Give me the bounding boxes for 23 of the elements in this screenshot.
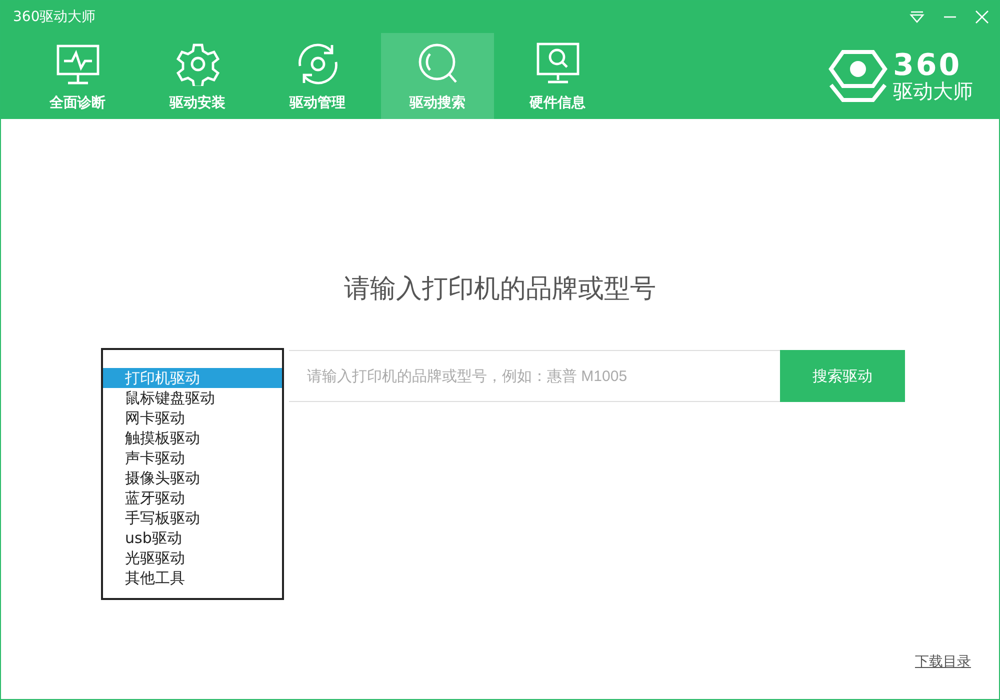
category-option[interactable]: usb驱动	[103, 528, 282, 548]
monitor-search-icon	[536, 42, 580, 86]
window-title: 360驱动大师	[13, 8, 96, 26]
category-option[interactable]: 摄像头驱动	[103, 468, 282, 488]
monitor-pulse-icon	[56, 44, 100, 86]
category-option[interactable]: 其他工具	[103, 568, 282, 588]
search-input-field[interactable]: 请输入打印机的品牌或型号，例如：惠普 M1005	[289, 350, 780, 402]
category-option[interactable]: 手写板驱动	[103, 508, 282, 528]
category-option[interactable]: 声卡驱动	[103, 448, 282, 468]
download-directory-link[interactable]: 下载目录	[915, 653, 971, 671]
refresh-icon	[296, 42, 340, 86]
category-option[interactable]: 光驱驱动	[103, 548, 282, 568]
category-option[interactable]: 网卡驱动	[103, 408, 282, 428]
category-option[interactable]: 鼠标键盘驱动	[103, 388, 282, 408]
close-icon[interactable]	[975, 10, 989, 24]
category-option[interactable]: 蓝牙驱动	[103, 488, 282, 508]
logo-name: 驱动大师	[893, 81, 973, 101]
gear-icon	[176, 42, 220, 86]
logo-number: 360	[893, 51, 962, 81]
search-heading: 请输入打印机的品牌或型号	[343, 273, 657, 306]
dropdown-menu-icon[interactable]	[909, 10, 925, 24]
nut-logo-icon	[827, 49, 889, 103]
category-option[interactable]: 触摸板驱动	[103, 428, 282, 448]
